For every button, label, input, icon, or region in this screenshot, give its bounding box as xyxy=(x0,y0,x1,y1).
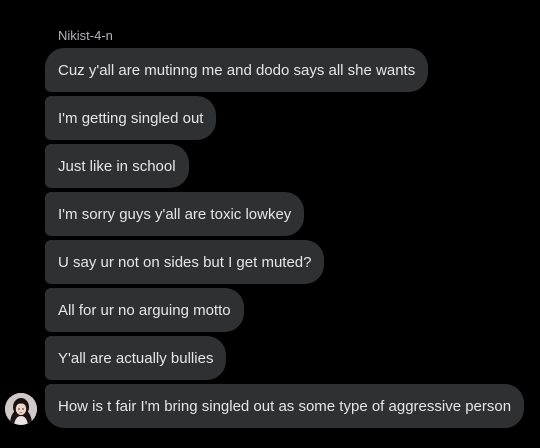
message-bubble[interactable]: I'm getting singled out xyxy=(45,96,217,140)
message-bubble[interactable]: Cuz y'all are mutinng me and dodo says a… xyxy=(45,48,429,92)
message-bubble[interactable]: How is t fair I'm bring singled out as s… xyxy=(45,384,525,428)
message-bubble[interactable]: I'm sorry guys y'all are toxic lowkey xyxy=(45,192,305,236)
message-text: Y'all are actually bullies xyxy=(58,349,214,367)
message-text: Cuz y'all are mutinng me and dodo says a… xyxy=(58,61,416,79)
message-bubble[interactable]: U say ur not on sides but I get muted? xyxy=(45,240,325,284)
message-text: All for ur no arguing motto xyxy=(58,301,231,319)
message-bubble[interactable]: All for ur no arguing motto xyxy=(45,288,244,332)
message-text: How is t fair I'm bring singled out as s… xyxy=(58,397,512,415)
sender-avatar[interactable] xyxy=(5,393,37,425)
sender-name: Nikist-4-n xyxy=(58,28,113,43)
avatar-icon xyxy=(5,393,37,425)
message-text: Just like in school xyxy=(58,157,176,175)
message-text: U say ur not on sides but I get muted? xyxy=(58,253,312,271)
message-bubble[interactable]: Y'all are actually bullies xyxy=(45,336,227,380)
message-text: I'm getting singled out xyxy=(58,109,204,127)
message-bubble[interactable]: Just like in school xyxy=(45,144,189,188)
message-text: I'm sorry guys y'all are toxic lowkey xyxy=(58,205,292,223)
